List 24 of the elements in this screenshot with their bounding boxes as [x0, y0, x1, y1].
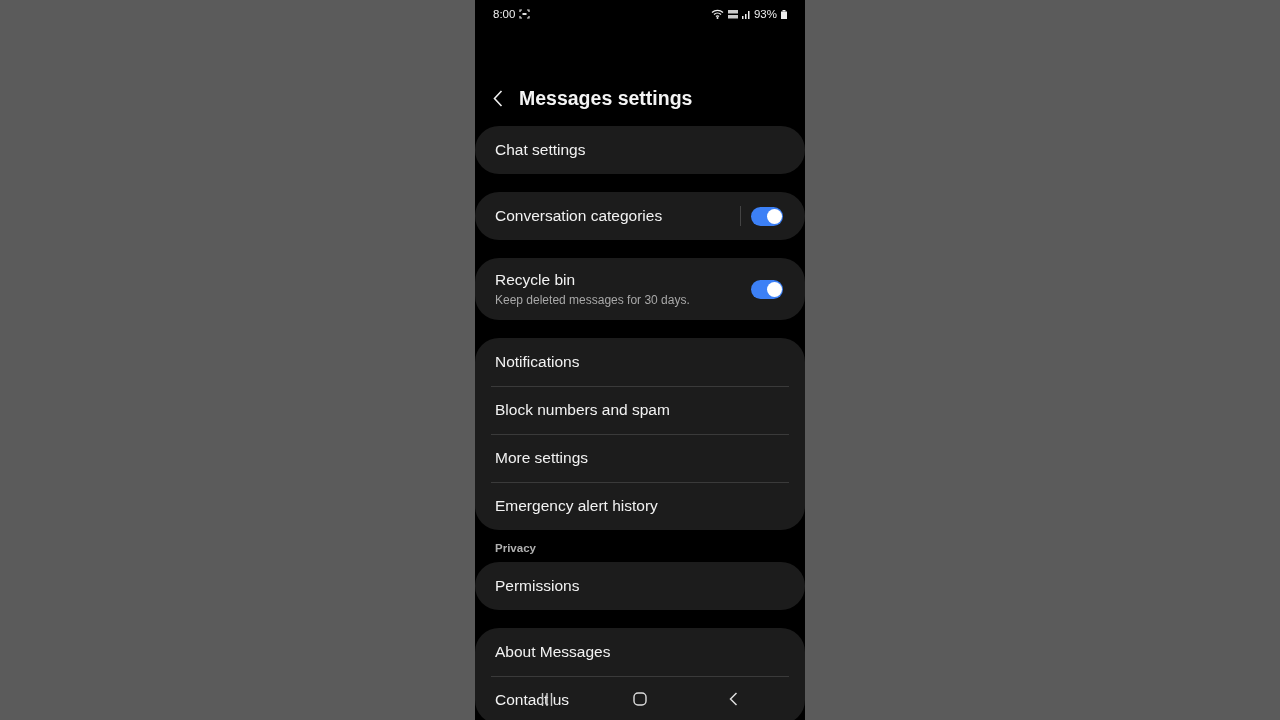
home-icon[interactable] [633, 692, 647, 706]
signal-icon [741, 9, 751, 19]
setting-label[interactable]: About Messages [495, 643, 783, 661]
screenshot-icon [519, 9, 531, 19]
toggle-switch[interactable] [751, 279, 783, 299]
back-icon[interactable] [493, 89, 503, 107]
setting-label[interactable]: Block numbers and spam [495, 401, 783, 419]
section-header: Privacy [495, 542, 536, 554]
setting-label[interactable]: Notifications [495, 353, 783, 371]
setting-label[interactable]: Emergency alert history [495, 497, 783, 515]
setting-label[interactable]: Chat settings [495, 141, 783, 159]
setting-description: Keep deleted messages for 30 days. [495, 293, 691, 307]
battery-icon [781, 9, 787, 19]
network-icon [727, 9, 738, 19]
toggle-switch[interactable] [751, 206, 783, 226]
setting-label[interactable]: More settings [495, 449, 783, 467]
setting-label[interactable]: Permissions [495, 577, 783, 595]
setting-label[interactable]: Recycle bin [495, 271, 751, 289]
back-icon[interactable] [729, 692, 738, 706]
battery-level: 93% [753, 8, 777, 20]
setting-label[interactable]: Conversation categories [495, 207, 740, 225]
screen-title: Messages settings [519, 86, 693, 110]
wifi-icon [710, 9, 724, 19]
status-time: 8:00 [493, 8, 516, 20]
